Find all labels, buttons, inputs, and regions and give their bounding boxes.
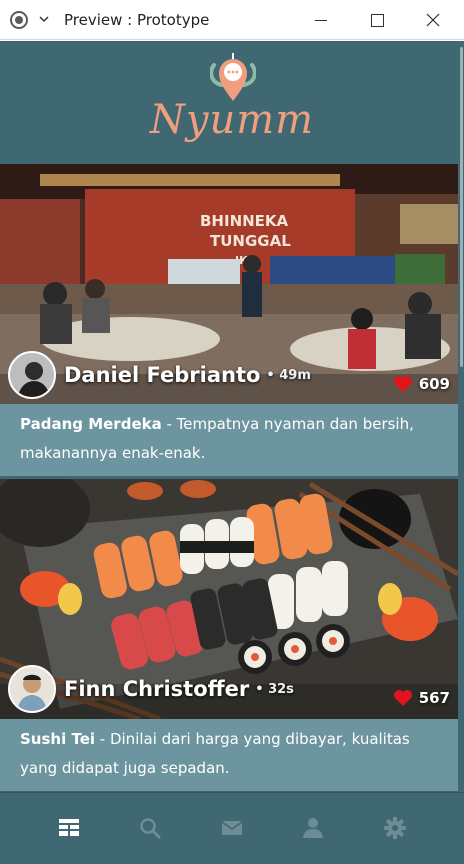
window-titlebar: Preview : Prototype [0, 0, 464, 40]
app-icon [10, 11, 28, 29]
author-name[interactable]: Daniel Febrianto [64, 363, 260, 387]
close-button[interactable] [410, 0, 456, 40]
app-header: Nyumm [0, 41, 464, 164]
heart-icon[interactable] [393, 689, 413, 707]
post-author[interactable]: Daniel Febrianto • 49m [8, 351, 311, 399]
mail-icon[interactable] [221, 817, 243, 839]
review-caption: Sushi Tei - Dinilai dari harga yang diba… [0, 719, 458, 791]
heart-icon[interactable] [393, 375, 413, 393]
like-counter[interactable]: 609 [393, 375, 450, 393]
author-name[interactable]: Finn Christoffer [64, 677, 249, 701]
minimize-button[interactable] [298, 0, 344, 40]
post-time: • 32s [255, 681, 294, 697]
app-screen: Nyumm BHINNEKA TUNGGAL IKA [0, 41, 464, 864]
restaurant-name[interactable]: Sushi Tei [20, 730, 95, 748]
post-author[interactable]: Finn Christoffer • 32s [8, 665, 294, 713]
avatar[interactable] [8, 351, 56, 399]
chevron-down-icon[interactable] [37, 12, 51, 26]
avatar[interactable] [8, 665, 56, 713]
feed-scrollbar[interactable] [458, 41, 464, 791]
profile-icon[interactable] [302, 817, 324, 839]
close-icon [426, 13, 440, 27]
search-icon[interactable] [139, 817, 161, 839]
restaurant-photo[interactable]: BHINNEKA TUNGGAL IKA [0, 164, 458, 404]
restaurant-name[interactable]: Padang Merdeka [20, 415, 162, 433]
post-time: • 49m [266, 367, 311, 383]
window-title: Preview : Prototype [64, 11, 210, 29]
settings-icon[interactable] [384, 817, 406, 839]
likes-count: 609 [418, 375, 450, 393]
feed-icon[interactable] [58, 817, 80, 839]
app-logo-text: Nyumm [149, 97, 315, 143]
maximize-button[interactable] [354, 0, 400, 40]
like-counter[interactable]: 567 [393, 689, 450, 707]
sushi-photo[interactable]: Finn Christoffer • 32s 567 [0, 479, 458, 719]
likes-count: 567 [418, 689, 450, 707]
bottom-nav [0, 792, 464, 864]
sign-line-2: TUNGGAL [210, 232, 291, 250]
sign-line-1: BHINNEKA [200, 212, 289, 230]
review-caption: Padang Merdeka - Tempatnya nyaman dan be… [0, 404, 458, 476]
